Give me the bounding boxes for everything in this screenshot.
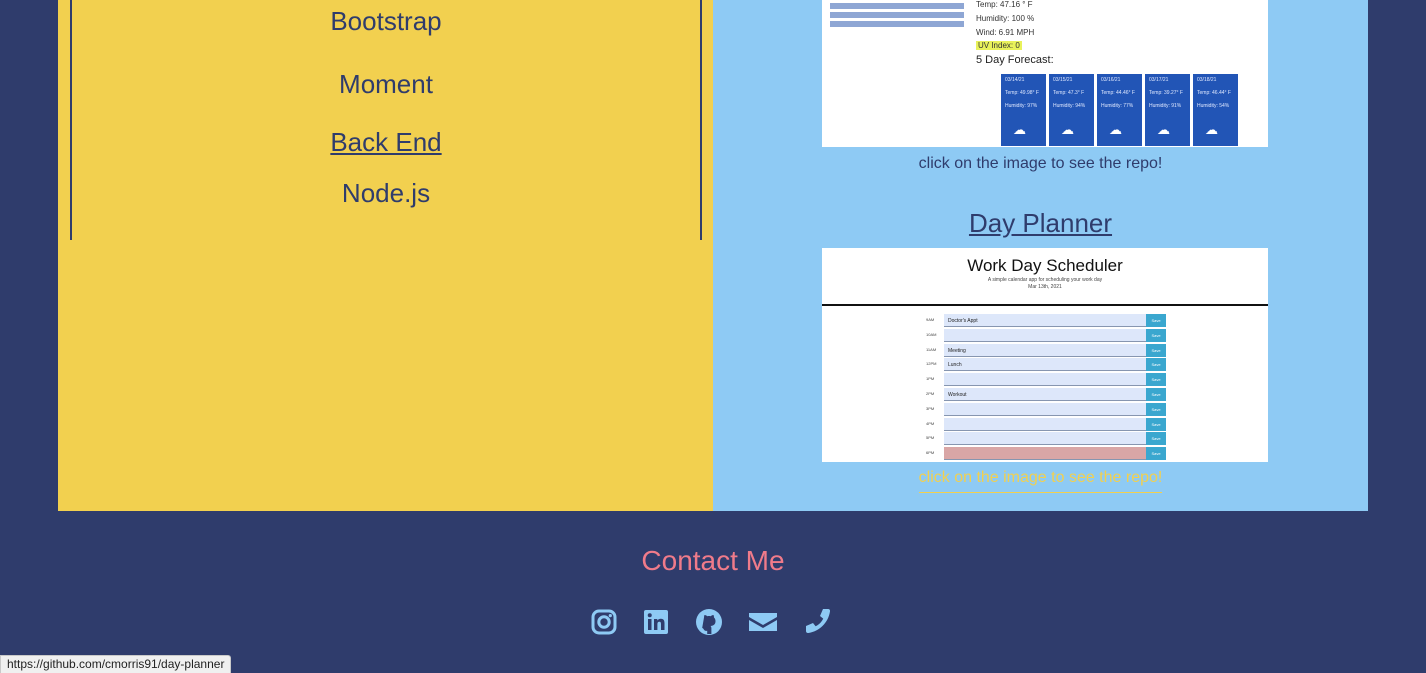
save-button[interactable]: Save bbox=[1146, 358, 1166, 372]
weather-temp: Temp: 47.16 ° F bbox=[976, 0, 1033, 9]
backend-heading-link[interactable]: Back End bbox=[72, 127, 700, 158]
save-button[interactable]: Save bbox=[1146, 388, 1166, 401]
scheduler-date: Mar 13th, 2021 bbox=[1028, 284, 1062, 290]
event-field[interactable] bbox=[944, 402, 1146, 416]
cloud-icon: ☁ bbox=[1109, 122, 1122, 137]
scheduler-row: 11AM Meeting Save bbox=[926, 343, 1166, 357]
scheduler-title: Work Day Scheduler bbox=[967, 256, 1123, 275]
event-field[interactable] bbox=[944, 373, 1146, 387]
cloud-icon: ☁ bbox=[1205, 122, 1218, 137]
save-button[interactable]: Save bbox=[1146, 447, 1166, 461]
hour-label: 5PM bbox=[926, 435, 935, 441]
instagram-icon[interactable] bbox=[588, 604, 620, 640]
scheduler-row: 4PM Save bbox=[926, 417, 1166, 431]
weather-wind: Wind: 6.91 MPH bbox=[976, 28, 1035, 37]
scheduler-row: 1PM Save bbox=[926, 373, 1166, 387]
event-field[interactable]: Workout bbox=[944, 388, 1146, 401]
linkedin-icon[interactable] bbox=[640, 604, 672, 640]
weather-humidity: Humidity: 100 % bbox=[976, 14, 1035, 23]
forecast-card: 03/14/21 Temp: 49.98° F Humidity: 97% ☁ bbox=[1001, 74, 1046, 146]
contact-heading: Contact Me bbox=[641, 545, 785, 576]
save-button[interactable]: Save bbox=[1146, 328, 1166, 342]
weather-uv-index: UV Index: 0 bbox=[976, 41, 1022, 50]
event-field[interactable]: Meeting bbox=[944, 343, 1146, 357]
cloud-icon: ☁ bbox=[1061, 122, 1074, 137]
save-button[interactable]: Save bbox=[1146, 314, 1166, 327]
scheduler-row: 9AM Doctor's Appt Save bbox=[926, 314, 1166, 327]
forecast-card: 03/16/21 Temp: 44.46° F Humidity: 77% ☁ bbox=[1097, 74, 1142, 146]
portfolio-main: Bootstrap Moment Back End Node.js Temp: … bbox=[58, 0, 1368, 511]
email-icon[interactable] bbox=[747, 604, 779, 640]
scheduler-row: 6PM Save bbox=[926, 447, 1166, 461]
history-button bbox=[830, 3, 964, 9]
day-planner-screenshot[interactable]: Work Day Scheduler A simple calendar app… bbox=[822, 248, 1268, 462]
history-button bbox=[830, 21, 964, 27]
forecast-card: 03/17/21 Temp: 39.27° F Humidity: 91% ☁ bbox=[1145, 74, 1190, 146]
save-button[interactable]: Save bbox=[1146, 402, 1166, 416]
hour-label: 9AM bbox=[926, 317, 935, 322]
weather-dashboard-screenshot[interactable]: Temp: 47.16 ° F Humidity: 100 % Wind: 6.… bbox=[822, 0, 1268, 147]
skill-moment: Moment bbox=[339, 69, 433, 99]
skills-box: Bootstrap Moment Back End Node.js bbox=[70, 0, 702, 240]
forecast-title: 5 Day Forecast: bbox=[976, 54, 1054, 66]
hour-label: 2PM bbox=[926, 391, 935, 396]
scheduler-row: 12PM Lunch Save bbox=[926, 358, 1166, 372]
event-field[interactable] bbox=[944, 447, 1146, 461]
scheduler-row: 5PM Save bbox=[926, 432, 1166, 446]
phone-icon[interactable] bbox=[802, 604, 834, 640]
cloud-icon: ☁ bbox=[1157, 122, 1170, 137]
planner-repo-caption[interactable]: click on the image to see the repo! bbox=[713, 469, 1368, 493]
hour-label: 11AM bbox=[926, 346, 937, 352]
weather-search-history bbox=[830, 0, 964, 30]
github-icon[interactable] bbox=[693, 604, 725, 640]
hour-label: 6PM bbox=[926, 450, 935, 456]
hour-label: 12PM bbox=[926, 361, 937, 367]
day-planner-link[interactable]: Day Planner bbox=[713, 208, 1368, 239]
scheduler-row: 10AM Save bbox=[926, 328, 1166, 342]
projects-panel: Temp: 47.16 ° F Humidity: 100 % Wind: 6.… bbox=[713, 0, 1368, 511]
divider bbox=[822, 304, 1268, 306]
browser-status-url: https://github.com/cmorris91/day-planner bbox=[0, 655, 232, 673]
hour-label: 10AM bbox=[926, 331, 937, 337]
hour-label: 4PM bbox=[926, 420, 935, 426]
planner-repo-caption-text[interactable]: click on the image to see the repo! bbox=[918, 469, 1163, 493]
forecast-card: 03/18/21 Temp: 46.44° F Humidity: 54% ☁ bbox=[1193, 74, 1238, 146]
hour-label: 3PM bbox=[926, 405, 935, 411]
save-button[interactable]: Save bbox=[1146, 343, 1166, 357]
event-field[interactable]: Doctor's Appt bbox=[944, 314, 1146, 327]
history-button bbox=[830, 12, 964, 18]
event-field[interactable] bbox=[944, 417, 1146, 431]
save-button[interactable]: Save bbox=[1146, 373, 1166, 387]
scheduler-row: 2PM Workout Save bbox=[926, 388, 1166, 401]
skill-nodejs: Node.js bbox=[341, 178, 431, 208]
weather-repo-caption[interactable]: click on the image to see the repo! bbox=[713, 155, 1368, 173]
skill-bootstrap: Bootstrap bbox=[330, 6, 442, 36]
cloud-icon: ☁ bbox=[1013, 122, 1026, 137]
event-field[interactable] bbox=[944, 432, 1146, 446]
hour-label: 1PM bbox=[926, 376, 935, 382]
event-field[interactable]: Lunch bbox=[944, 358, 1146, 372]
save-button[interactable]: Save bbox=[1146, 417, 1166, 431]
save-button[interactable]: Save bbox=[1146, 432, 1166, 446]
skills-panel: Bootstrap Moment Back End Node.js bbox=[58, 0, 713, 511]
forecast-card: 03/15/21 Temp: 47.3° F Humidity: 94% ☁ bbox=[1049, 74, 1094, 146]
scheduler-row: 3PM Save bbox=[926, 402, 1166, 416]
event-field[interactable] bbox=[944, 328, 1146, 342]
scheduler-subtitle: A simple calendar app for scheduling you… bbox=[987, 277, 1103, 283]
